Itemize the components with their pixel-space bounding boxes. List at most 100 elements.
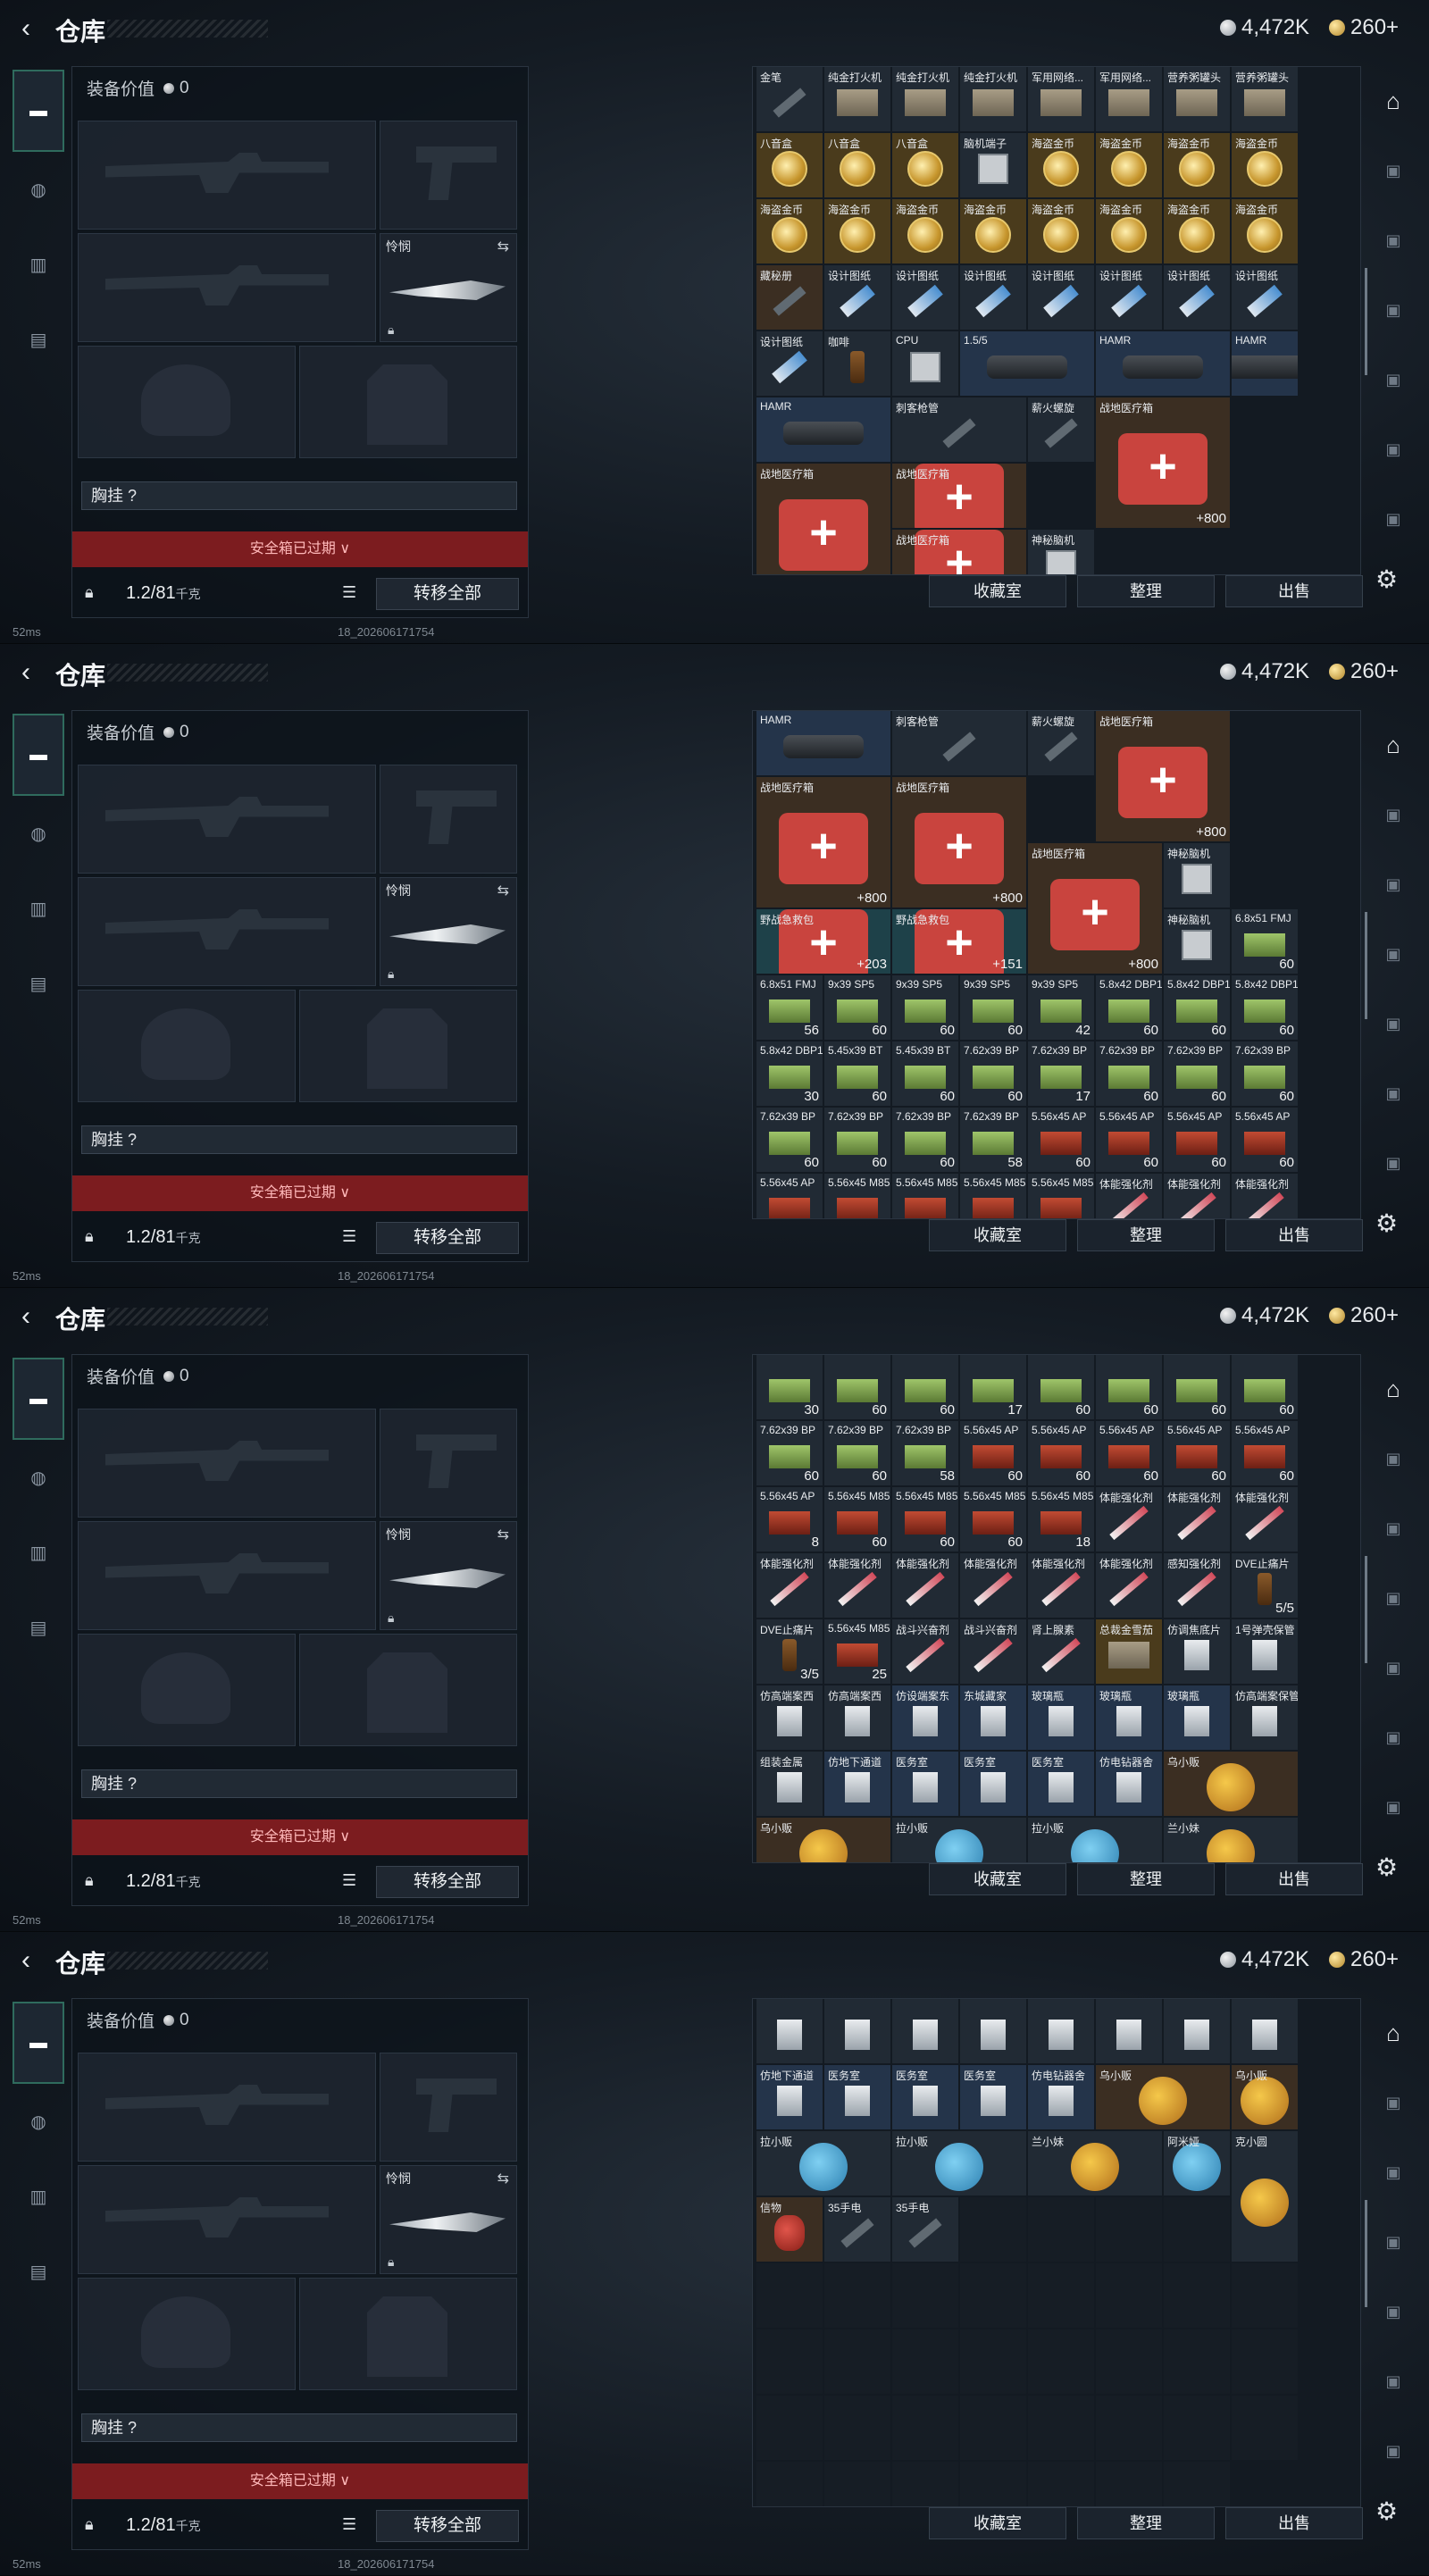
nav-rifle[interactable]: ▬ <box>13 70 64 152</box>
storage-item[interactable]: 7.62x39 BP 60 <box>892 1108 958 1172</box>
storage-item[interactable]: 体能强化剂 <box>1164 1174 1230 1218</box>
chest-rig-slot[interactable]: 胸挂 ? <box>81 481 517 510</box>
storage-item[interactable]: 设计图纸 <box>1232 265 1298 330</box>
swap-icon[interactable]: ⇆ <box>497 882 509 899</box>
sell-button[interactable]: 出售 <box>1225 2507 1363 2539</box>
storage-item[interactable]: 纯金打火机 <box>960 67 1026 131</box>
storage-item[interactable]: 5.56x45 AP 60 <box>1096 1108 1162 1172</box>
storage-item[interactable]: 7.62x39 BP 60 <box>824 1421 890 1485</box>
storage-item[interactable]: 战地医疗箱+800 <box>756 464 890 574</box>
list-icon[interactable]: ☰ <box>342 2515 356 2534</box>
list-icon[interactable]: ☰ <box>342 1871 356 1890</box>
storage-item[interactable]: 乌小贩 <box>1232 2065 1298 2129</box>
nav-helmet[interactable]: ◍ <box>13 2084 64 2159</box>
storage-tab-6[interactable]: ▣ <box>1370 414 1416 484</box>
storage-item[interactable]: 5.56x45 AP 8 <box>756 1487 823 1551</box>
primary-weapon-slot[interactable] <box>78 2053 376 2162</box>
chest-rig-slot[interactable]: 胸挂 ? <box>81 2413 517 2442</box>
nav-case[interactable]: ▤ <box>13 302 64 377</box>
storage-item[interactable]: 5.8x42 DBP10 60 <box>1164 975 1230 1040</box>
storage-item[interactable]: 乌小贩 <box>1096 2065 1230 2129</box>
storage-item[interactable]: 体能强化剂 <box>1096 1487 1162 1551</box>
nav-rifle[interactable]: ▬ <box>13 2002 64 2084</box>
storage-tab-4[interactable]: ▣ <box>1370 919 1416 989</box>
primary-weapon-slot[interactable] <box>78 1409 376 1518</box>
storage-item[interactable]: 设计图纸 <box>1028 265 1094 330</box>
storage-item[interactable]: 体能强化剂 <box>824 1553 890 1618</box>
storage-item[interactable]: DVE止痛片 5/5 <box>1232 1553 1298 1618</box>
gold-currency[interactable]: 260+ <box>1329 15 1399 40</box>
transfer-all-button[interactable]: 转移全部 <box>376 578 519 610</box>
storage-tab-1[interactable]: ⌂ <box>1370 66 1416 136</box>
storage-item[interactable]: 海盗金币 <box>1232 199 1298 263</box>
storage-item[interactable] <box>756 1999 823 2063</box>
storage-item[interactable]: 军用网络... <box>1028 67 1094 131</box>
storage-item[interactable]: 海盗金币 <box>1028 133 1094 197</box>
nav-helmet[interactable]: ◍ <box>13 1440 64 1515</box>
storage-item[interactable]: 9x39 SP5 60 <box>824 975 890 1040</box>
storage-item[interactable] <box>824 1999 890 2063</box>
swap-icon[interactable]: ⇆ <box>497 238 509 255</box>
silver-currency[interactable]: 4,472K <box>1220 1303 1309 1328</box>
storage-tab-5[interactable]: ▣ <box>1370 1633 1416 1702</box>
storage-item[interactable]: 神秘脑机 <box>1028 530 1094 574</box>
storage-item[interactable]: 6.8x51 FMJ 56 <box>756 975 823 1040</box>
storage-item[interactable]: HAMR <box>756 397 890 462</box>
storage-item[interactable]: 60 <box>892 1355 958 1419</box>
storage-item[interactable]: 设计图纸 <box>1096 265 1162 330</box>
storage-item[interactable] <box>1096 1999 1162 2063</box>
secondary-weapon-slot[interactable] <box>78 1521 376 1630</box>
settings-gear-icon[interactable]: ⚙ <box>1375 1209 1398 1238</box>
storage-item[interactable]: 兰小妹 <box>1164 1818 1298 1862</box>
storage-item[interactable]: 5.56x45 AP 60 <box>1028 1108 1094 1172</box>
storage-item[interactable]: DVE止痛片 3/5 <box>756 1619 823 1684</box>
storage-item[interactable]: 战地医疗箱 <box>892 530 1026 574</box>
storage-item[interactable]: 肾上腺素 <box>1028 1619 1094 1684</box>
storage-item[interactable]: 35手电 <box>892 2197 958 2262</box>
storage-item[interactable]: 藏秘册 <box>756 265 823 330</box>
storage-item[interactable]: 野战急救包 +203 <box>756 909 890 974</box>
storage-item[interactable]: 医务室 <box>960 2065 1026 2129</box>
safebox-expired-banner[interactable]: 安全箱已过期 ∨ <box>72 1175 528 1211</box>
storage-tab-4[interactable]: ▣ <box>1370 1563 1416 1633</box>
melee-slot[interactable]: 怜悯 ⇆ 🔒︎ <box>380 233 517 342</box>
gold-currency[interactable]: 260+ <box>1329 1947 1399 1972</box>
storage-item[interactable]: 仿高端案保管 <box>1232 1685 1298 1750</box>
storage-item[interactable]: 体能强化剂 <box>960 1553 1026 1618</box>
storage-item[interactable]: 体能强化剂 <box>1164 1487 1230 1551</box>
storage-item[interactable]: 5.56x45 M855A160 <box>824 1174 890 1218</box>
storage-tab-2[interactable]: ▣ <box>1370 2068 1416 2137</box>
storage-item[interactable]: 战地医疗箱+800 <box>1096 711 1230 841</box>
storage-item[interactable]: 5.56x45 AP 60 <box>1164 1108 1230 1172</box>
storage-item[interactable]: 乌小贩 <box>1164 1752 1298 1816</box>
storage-item[interactable]: 金笔 <box>756 67 823 131</box>
storage-tab-5[interactable]: ▣ <box>1370 2277 1416 2346</box>
sort-button[interactable]: 整理 <box>1077 2507 1215 2539</box>
storage-item[interactable]: 7.62x39 BP 60 <box>1164 1041 1230 1106</box>
storage-item[interactable]: 60 <box>1028 1355 1094 1419</box>
storage-item[interactable]: 9x39 SP5 42 <box>1028 975 1094 1040</box>
nav-vest[interactable]: ▥ <box>13 227 64 302</box>
storage-item[interactable]: 7.62x39 BP 60 <box>960 1041 1026 1106</box>
storage-tab-6[interactable]: ▣ <box>1370 2346 1416 2416</box>
sell-button[interactable]: 出售 <box>1225 575 1363 607</box>
storage-item[interactable]: 阿米娅 <box>1164 2131 1230 2195</box>
storage-item[interactable]: 总裁金雪茄 <box>1096 1619 1162 1684</box>
transfer-all-button[interactable]: 转移全部 <box>376 1866 519 1898</box>
pistol-slot[interactable] <box>380 1409 517 1518</box>
storage-item[interactable]: 战斗兴奋剂 <box>960 1619 1026 1684</box>
transfer-all-button[interactable]: 转移全部 <box>376 1222 519 1254</box>
storage-tab-2[interactable]: ▣ <box>1370 780 1416 849</box>
secondary-weapon-slot[interactable] <box>78 2165 376 2274</box>
storage-item[interactable]: 7.62x39 BP 60 <box>1232 1041 1298 1106</box>
swap-icon[interactable]: ⇆ <box>497 2170 509 2187</box>
storage-item[interactable]: 5.8x42 DBP10 60 <box>1096 975 1162 1040</box>
list-icon[interactable]: ☰ <box>342 583 356 602</box>
storage-item[interactable]: 神秘脑机 <box>1164 843 1230 907</box>
storage-item[interactable]: 战地医疗箱+800 <box>756 777 890 907</box>
storage-item[interactable]: 5.56x45 AP 60 <box>1232 1421 1298 1485</box>
silver-currency[interactable]: 4,472K <box>1220 15 1309 40</box>
collection-room-button[interactable]: 收藏室 <box>929 1863 1066 1895</box>
sort-button[interactable]: 整理 <box>1077 1863 1215 1895</box>
nav-rifle[interactable]: ▬ <box>13 1358 64 1440</box>
